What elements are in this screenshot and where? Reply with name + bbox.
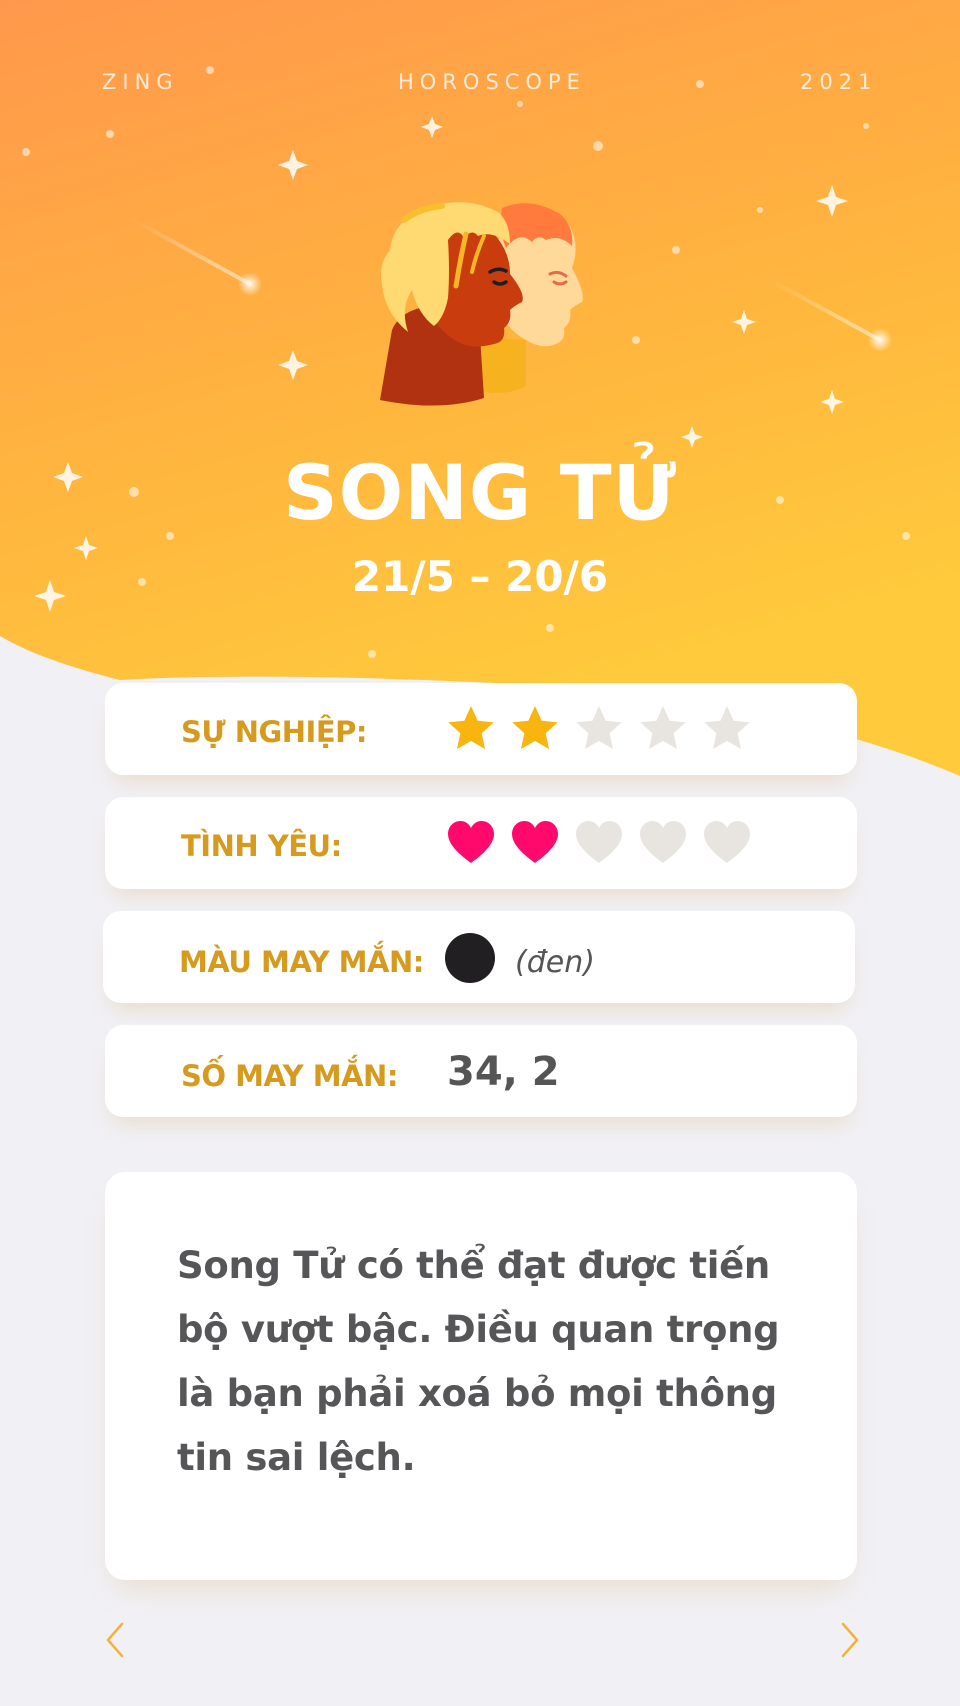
lucky-number-value: 34, 2 [447, 1049, 560, 1095]
gemini-twins-icon [380, 202, 583, 406]
star-filled-icon [512, 706, 558, 750]
lucky-number-label: SỐ MAY MẮN: [181, 1059, 398, 1093]
star-empty-icon [576, 706, 622, 750]
section-label: HOROSCOPE [398, 70, 586, 94]
heart-filled-icon [448, 821, 494, 863]
heart-empty-icon [576, 821, 622, 863]
chevron-right-icon [841, 1622, 859, 1658]
lucky-color-label: MÀU MAY MẮN: [179, 945, 424, 979]
lucky-number-card: SỐ MAY MẮN: 34, 2 [105, 1025, 857, 1117]
chevron-left-icon [106, 1622, 124, 1658]
lucky-color-swatch [445, 933, 495, 983]
prev-button[interactable] [100, 1618, 130, 1662]
career-rating [445, 703, 765, 759]
heart-empty-icon [704, 821, 750, 863]
love-rating [445, 817, 765, 873]
year-label: 2021 [800, 70, 878, 94]
sign-name: SONG TỬ [282, 448, 678, 537]
lucky-color-card: MÀU MAY MẮN: (đen) [103, 911, 855, 1003]
lucky-color-name: (đen) [515, 945, 595, 980]
description-text: Song Tử có thể đạt được tiến bộ vượt bậc… [177, 1244, 780, 1479]
love-label: TÌNH YÊU: [181, 829, 342, 863]
love-card: TÌNH YÊU: [105, 797, 857, 889]
brand-label: ZING [102, 70, 179, 94]
heart-filled-icon [512, 821, 558, 863]
star-filled-icon [448, 706, 494, 750]
career-label: SỰ NGHIỆP: [181, 715, 368, 749]
career-card: SỰ NGHIỆP: [105, 683, 857, 775]
star-empty-icon [640, 706, 686, 750]
description-card: Song Tử có thể đạt được tiến bộ vượt bậc… [105, 1172, 857, 1580]
star-empty-icon [704, 706, 750, 750]
next-button[interactable] [835, 1618, 865, 1662]
heart-empty-icon [640, 821, 686, 863]
sign-dates: 21/5 – 20/6 [351, 552, 609, 601]
